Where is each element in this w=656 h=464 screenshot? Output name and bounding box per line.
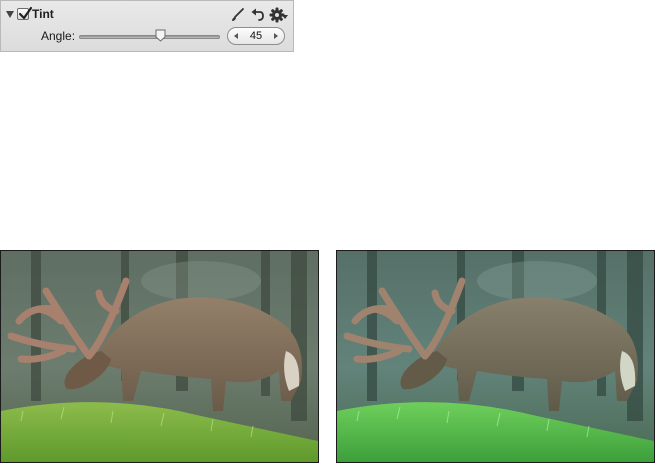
brush-icon[interactable] — [230, 7, 246, 23]
panel-title: Tint — [32, 7, 54, 21]
increment-arrow-icon[interactable] — [274, 33, 278, 39]
angle-slider-track[interactable] — [79, 35, 220, 39]
disclosure-triangle-icon[interactable] — [6, 11, 14, 18]
decrement-arrow-icon[interactable] — [234, 33, 238, 39]
photo-tinted — [336, 250, 655, 463]
photo-original — [0, 250, 319, 463]
gear-menu-caret-icon[interactable] — [282, 15, 288, 19]
angle-value[interactable]: 45 — [242, 30, 270, 42]
checkmark-icon — [18, 6, 33, 20]
angle-stepper[interactable]: 45 — [227, 27, 285, 45]
undo-icon[interactable] — [250, 7, 266, 23]
tint-panel: Tint Angle: 45 — [0, 0, 294, 52]
tint-header: Tint — [1, 1, 293, 28]
angle-label: Angle: — [41, 29, 76, 43]
tint-enable-checkbox[interactable] — [17, 6, 33, 20]
angle-row: Angle: 45 — [1, 26, 293, 48]
angle-slider-thumb[interactable] — [155, 29, 166, 42]
